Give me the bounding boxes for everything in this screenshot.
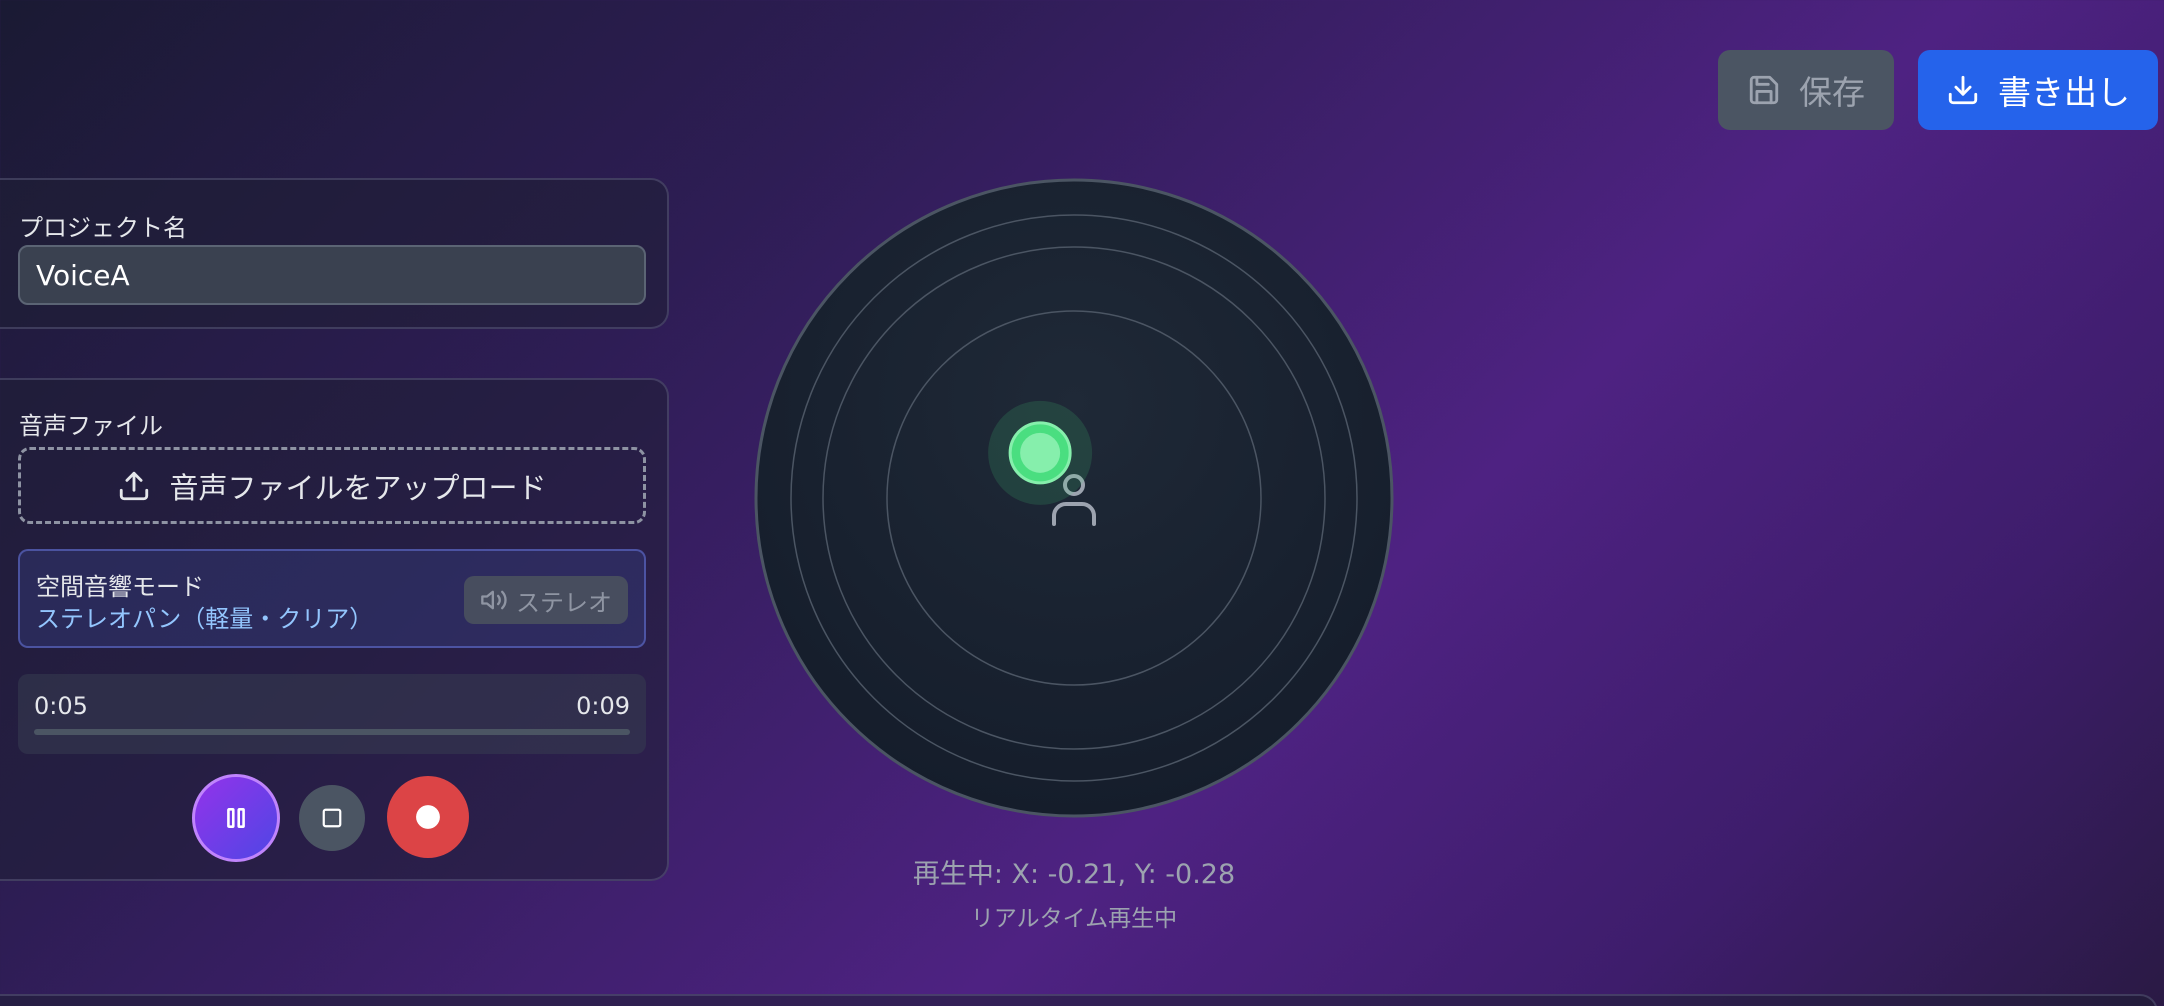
upload-icon: [120, 471, 149, 500]
audio-file-label: 音声ファイル: [19, 412, 163, 440]
export-label: 書き出し: [1998, 73, 2130, 112]
sound-source-marker[interactable]: [988, 400, 1093, 505]
stop-button[interactable]: [299, 785, 365, 851]
position-readout: 再生中: X: -0.21, Y: -0.28: [912, 859, 1236, 890]
stereo-toggle-label: ステレオ: [516, 588, 612, 617]
bottom-panel: [0, 994, 2158, 1006]
playback-time-box: 0:05 0:09: [18, 674, 646, 754]
spatial-pad-canvas[interactable]: [754, 178, 1394, 818]
project-name-label: プロジェクト名: [19, 214, 187, 242]
pause-button[interactable]: [192, 774, 280, 862]
download-icon: [1948, 75, 1978, 105]
export-button[interactable]: 書き出し: [1918, 50, 2158, 130]
playback-status: リアルタイム再生中: [970, 906, 1178, 932]
record-icon: [416, 805, 440, 829]
record-button[interactable]: [387, 776, 469, 858]
save-icon: [1749, 75, 1779, 105]
spatial-mode-description: ステレオパン（軽量・クリア）: [36, 605, 374, 633]
speaker-icon: [481, 590, 507, 610]
project-name-input[interactable]: [18, 245, 646, 305]
pause-icon: [227, 808, 245, 828]
save-label: 保存: [1799, 73, 1865, 112]
spatial-mode-box: 空間音響モード ステレオパン（軽量・クリア） ステレオ: [18, 549, 646, 648]
upload-label: 音声ファイルをアップロード: [169, 470, 547, 505]
current-time: 0:05: [34, 692, 88, 720]
progress-bar[interactable]: [34, 729, 630, 735]
upload-audio-button[interactable]: 音声ファイルをアップロード: [18, 447, 646, 524]
spatial-pad[interactable]: [754, 178, 1394, 818]
stop-icon: [322, 808, 342, 828]
audio-panel: 音声ファイル 音声ファイルをアップロード 空間音響モード ステレオパン（軽量・ク…: [0, 378, 669, 881]
spatial-mode-title: 空間音響モード: [36, 573, 204, 601]
sound-source-dot: [1020, 432, 1061, 473]
save-button[interactable]: 保存: [1718, 50, 1894, 130]
project-panel: プロジェクト名: [0, 178, 669, 329]
total-time: 0:09: [576, 692, 630, 720]
stereo-mode-toggle[interactable]: ステレオ: [464, 576, 628, 624]
pad-outer-ring: [754, 178, 1394, 818]
